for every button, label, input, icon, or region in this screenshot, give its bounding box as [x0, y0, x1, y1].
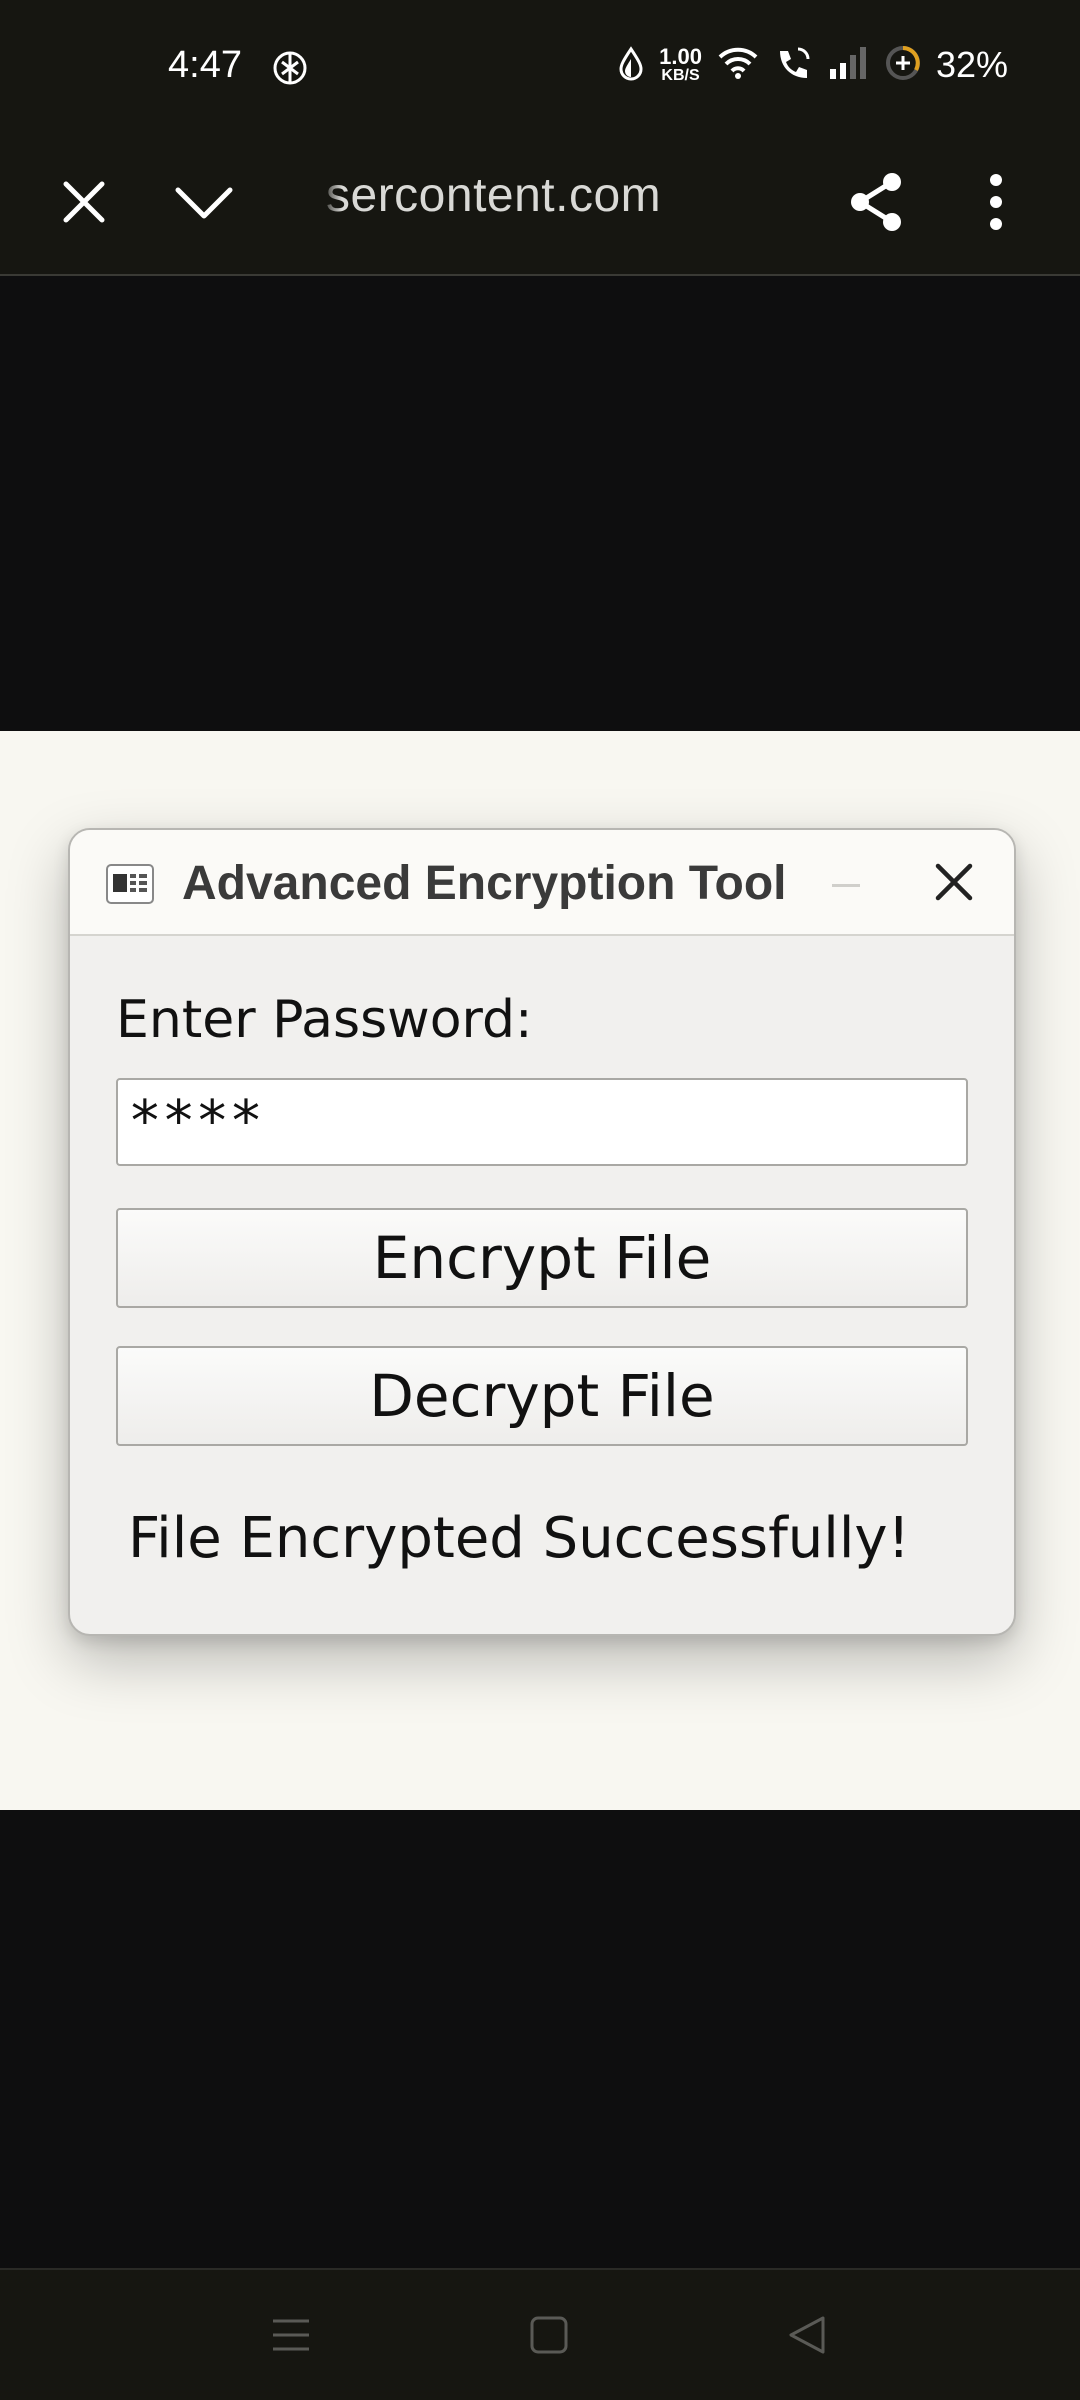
window-close-button[interactable] [926, 854, 982, 910]
net-speed-unit: KB/S [661, 67, 700, 84]
net-speed: 1.00 KB/S [659, 46, 702, 84]
page-background-top [0, 278, 1080, 731]
net-speed-value: 1.00 [659, 44, 702, 69]
signal-icon [826, 45, 870, 86]
wifi-icon [716, 45, 760, 86]
close-icon[interactable] [44, 162, 124, 242]
encrypt-file-button[interactable]: Encrypt File [116, 1208, 968, 1308]
battery-percentage: 32% [935, 44, 1008, 85]
menu-icon[interactable] [256, 2300, 326, 2370]
chevron-down-icon[interactable] [164, 162, 244, 242]
share-icon[interactable] [836, 162, 916, 242]
browser-toolbar: sercontent.com [0, 128, 1080, 276]
battery-saver-icon [884, 44, 922, 87]
status-icons: 1.00 KB/S 32% [617, 40, 1008, 90]
app-icon [106, 864, 154, 904]
wifi-call-icon [774, 45, 812, 86]
encryption-tool-window: Advanced Encryption Tool Enter Password:… [68, 828, 1016, 1636]
chatgpt-icon [270, 48, 310, 88]
status-time: 4:47 [168, 44, 242, 86]
password-input[interactable]: **** [116, 1078, 968, 1166]
window-title: Advanced Encryption Tool [182, 857, 787, 910]
status-bar: 4:47 1.00 KB/S 32% [0, 0, 1080, 128]
minimize-button[interactable] [820, 860, 870, 910]
home-icon[interactable] [514, 2300, 584, 2370]
back-icon[interactable] [772, 2300, 842, 2370]
more-vert-icon[interactable] [956, 162, 1036, 242]
close-icon [935, 863, 973, 901]
data-saver-icon [617, 45, 645, 86]
decrypt-file-button[interactable]: Decrypt File [116, 1346, 968, 1446]
url-text[interactable]: sercontent.com [319, 168, 661, 223]
password-label: Enter Password: [116, 990, 533, 1050]
window-titlebar[interactable]: Advanced Encryption Tool [70, 830, 1014, 936]
page-background-bottom [0, 1810, 1080, 2268]
system-nav-bar [0, 2268, 1080, 2400]
status-message: File Encrypted Successfully! [128, 1506, 910, 1571]
